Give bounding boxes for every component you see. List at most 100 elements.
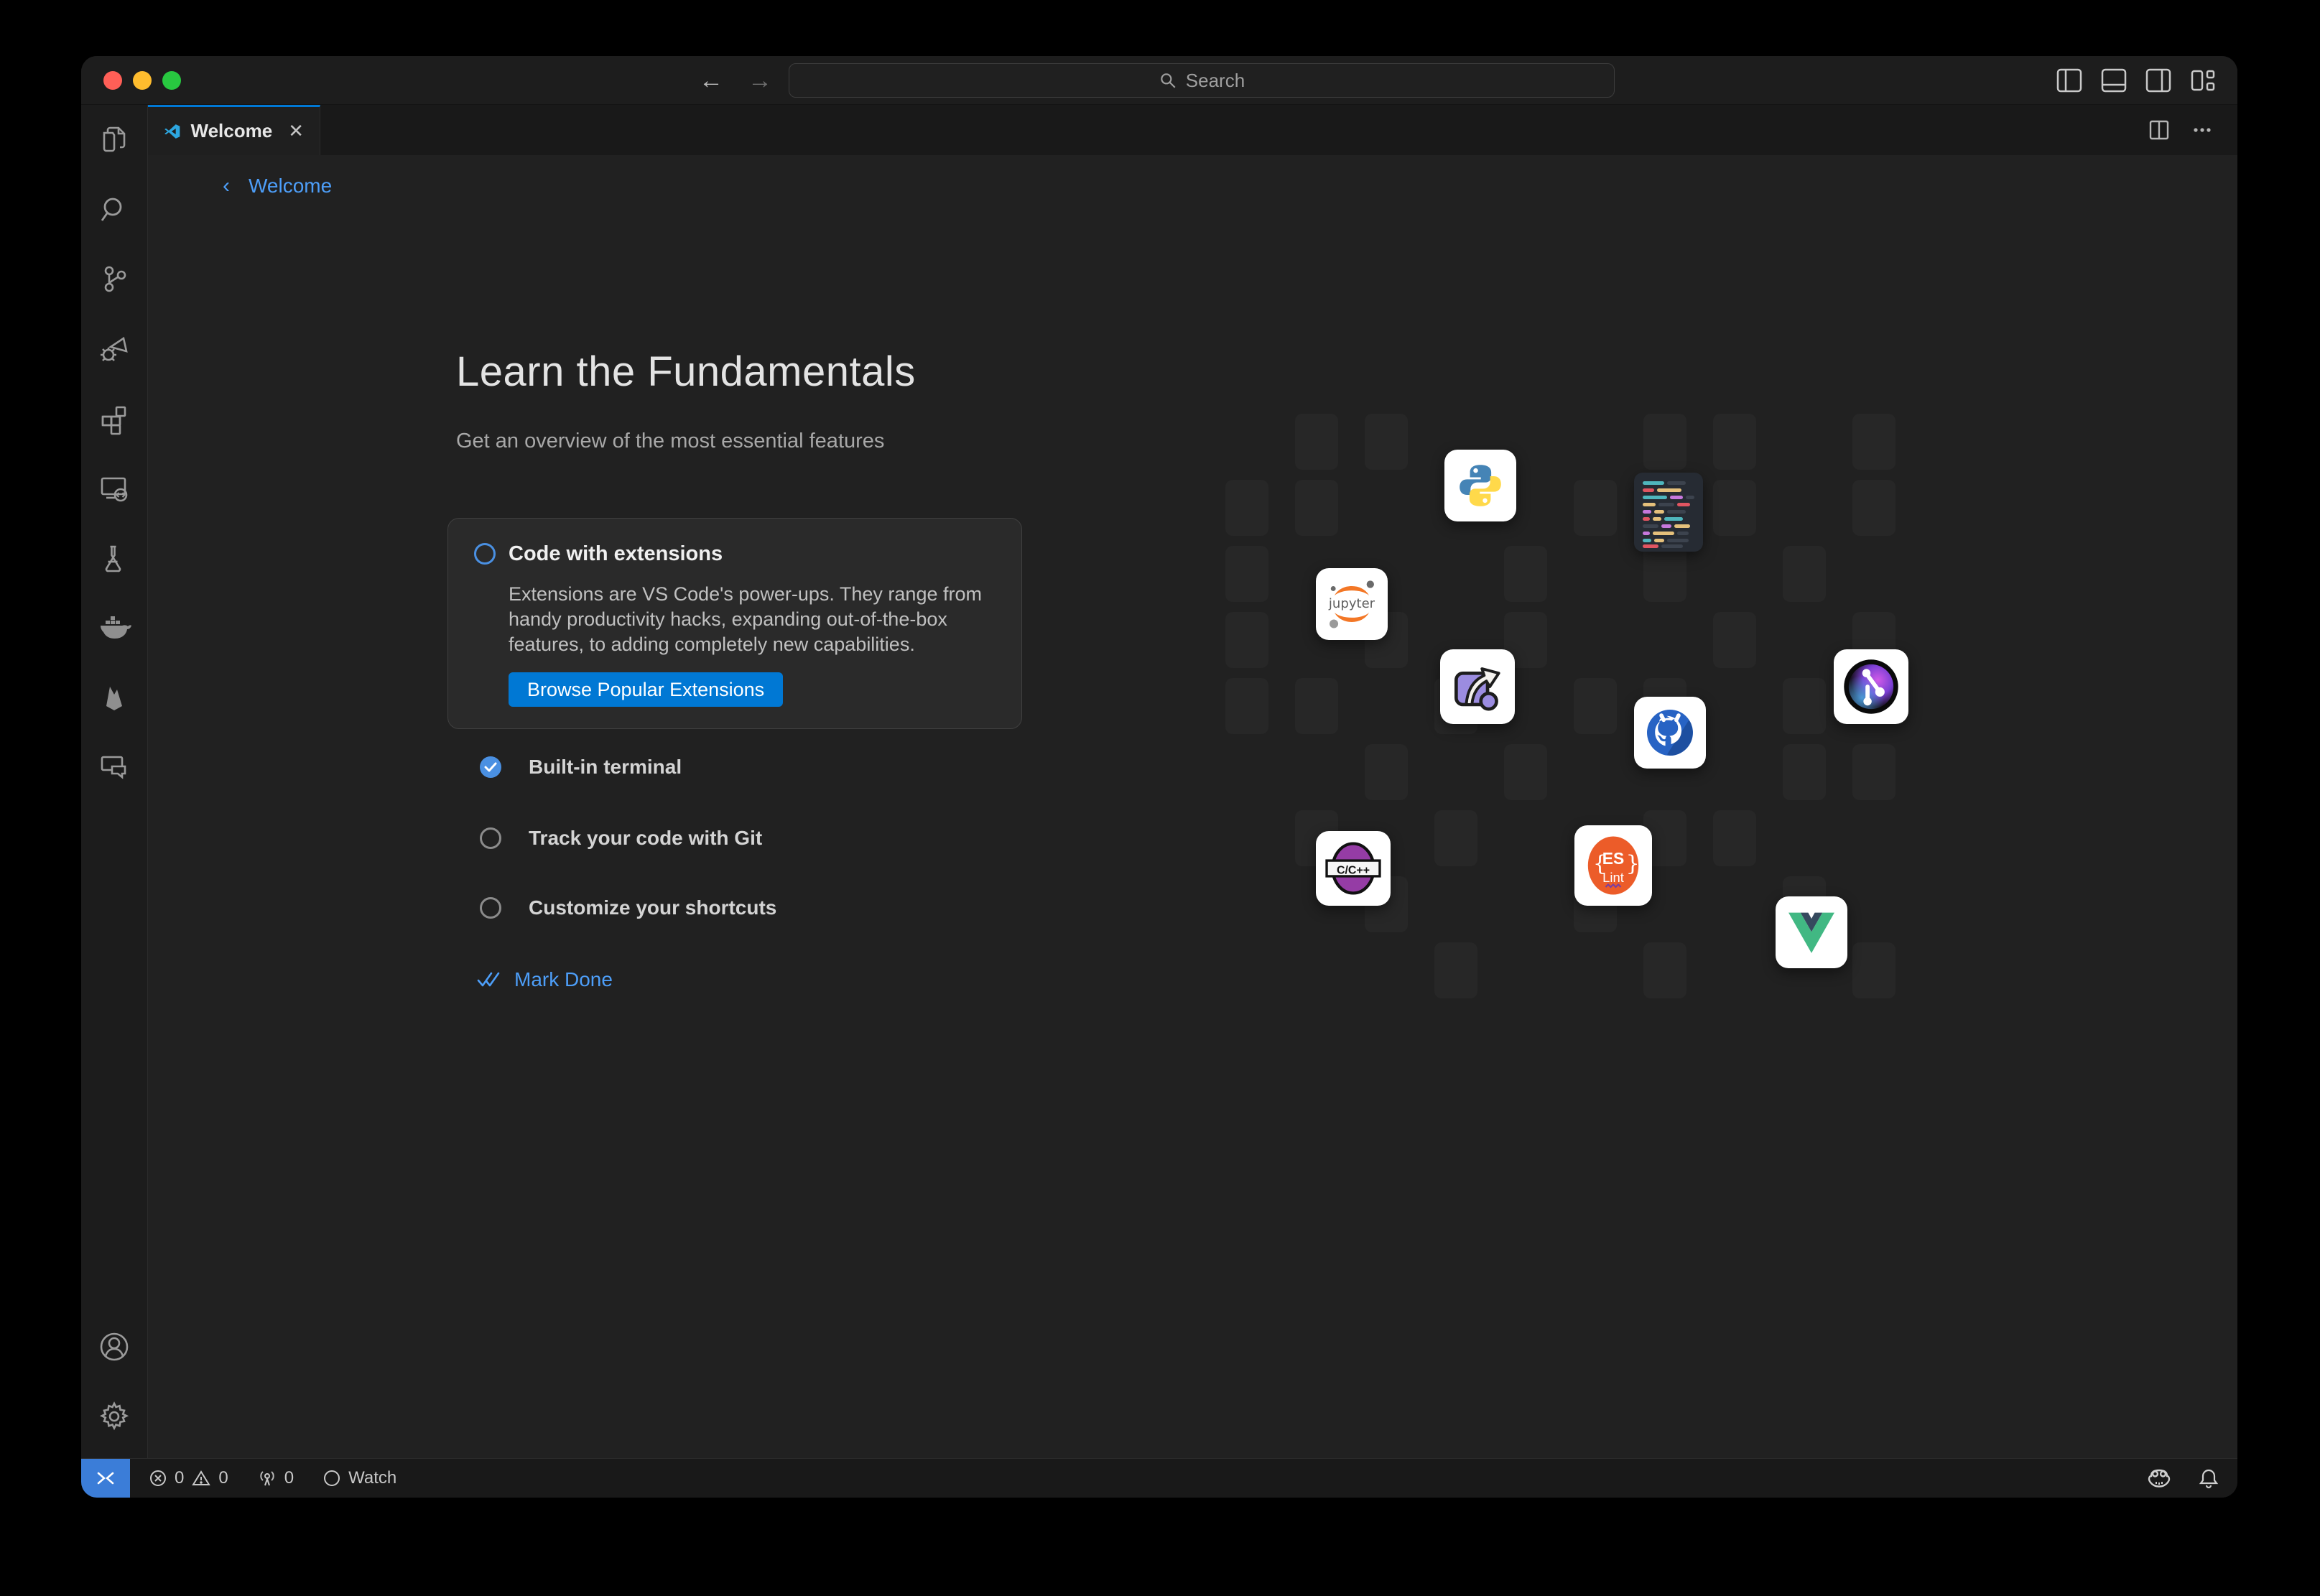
ports-broadcast-icon <box>257 1469 277 1488</box>
browse-popular-extensions-button[interactable]: Browse Popular Extensions <box>509 672 783 707</box>
back-to-welcome-link[interactable]: ‹ Welcome <box>223 174 332 198</box>
problems-status-item[interactable]: 0 0 <box>149 1468 228 1488</box>
step-todo-circle-icon[interactable] <box>480 897 501 919</box>
watch-circle-icon <box>323 1469 341 1488</box>
svg-text:Lint: Lint <box>1602 870 1624 885</box>
remote-icon <box>96 1470 116 1487</box>
titlebar: ← → Search <box>81 56 2237 105</box>
svg-text:}: } <box>1626 851 1640 876</box>
decorative-tile <box>1225 612 1268 668</box>
decorative-tile <box>1295 480 1338 536</box>
decorative-tile <box>1225 480 1268 536</box>
step-label: Track your code with Git <box>529 827 762 850</box>
activity-run-debug-icon[interactable] <box>81 314 147 384</box>
activity-remote-explorer-icon[interactable] <box>81 453 147 523</box>
step-done-check-icon[interactable] <box>480 756 501 778</box>
activity-explorer-icon[interactable] <box>81 105 147 175</box>
decorative-tile <box>1783 744 1826 800</box>
step-label: Customize your shortcuts <box>529 896 776 919</box>
customize-layout-icon[interactable] <box>2190 68 2216 93</box>
vscode-logo-icon <box>164 121 181 142</box>
warnings-icon <box>191 1469 211 1488</box>
step-built-in-terminal[interactable]: Built-in terminal <box>480 756 682 779</box>
nav-forward-icon[interactable]: → <box>748 68 772 93</box>
decorative-tile <box>1574 480 1617 536</box>
jupyter-icon: jupyter <box>1316 568 1388 640</box>
tab-welcome[interactable]: Welcome ✕ <box>148 105 320 155</box>
warnings-count: 0 <box>218 1468 228 1488</box>
activity-extensions-icon[interactable] <box>81 384 147 453</box>
errors-count: 0 <box>175 1468 184 1488</box>
vue-icon <box>1776 896 1847 968</box>
errors-icon <box>149 1469 167 1488</box>
step-card-description: Extensions are VS Code's power-ups. They… <box>509 582 988 657</box>
decorative-tile <box>1643 942 1686 998</box>
search-icon <box>1159 71 1177 90</box>
activity-bar <box>81 105 148 1458</box>
step-customize-your-shortcuts[interactable]: Customize your shortcuts <box>480 896 776 919</box>
github-icon <box>1634 697 1706 769</box>
notifications-bell-icon[interactable] <box>2199 1467 2219 1489</box>
accounts-icon[interactable] <box>81 1312 147 1381</box>
vscode-window: ← → Search <box>81 56 2237 1498</box>
nav-back-icon[interactable]: ← <box>699 68 723 93</box>
step-track-your-code-with-git[interactable]: Track your code with Git <box>480 827 762 850</box>
toggle-secondary-sidebar-icon[interactable] <box>2145 68 2171 93</box>
decorative-tile <box>1574 678 1617 734</box>
decorative-tile <box>1643 414 1686 470</box>
tab-close-icon[interactable]: ✕ <box>288 120 304 142</box>
remote-indicator-button[interactable] <box>81 1459 130 1498</box>
purple-share-arrow-icon <box>1440 649 1515 724</box>
cpp-icon: C/C++ <box>1316 831 1391 906</box>
status-bar: 0 0 0 Watch <box>81 1458 2237 1498</box>
ports-status-item[interactable]: 0 <box>257 1468 294 1488</box>
decorative-tile <box>1783 546 1826 602</box>
tab-label: Welcome <box>191 120 273 142</box>
dark-theme-code-icon <box>1634 473 1703 552</box>
walkthrough-title: Learn the Fundamentals <box>456 348 916 396</box>
macos-zoom-button[interactable] <box>162 71 181 90</box>
decorative-tile <box>1643 546 1686 602</box>
back-link-label: Welcome <box>249 175 332 198</box>
welcome-walkthrough-page: ‹ Welcome Learn the Fundamentals Get an … <box>148 155 2237 1458</box>
step-card-code-with-extensions[interactable]: Code with extensions Extensions are VS C… <box>447 518 1022 729</box>
decorative-tile <box>1365 744 1408 800</box>
tab-bar: Welcome ✕ <box>148 105 2237 155</box>
activity-comments-icon[interactable] <box>81 732 147 802</box>
decorative-tile <box>1852 744 1896 800</box>
walkthrough-subtitle: Get an overview of the most essential fe… <box>456 430 884 453</box>
double-check-icon <box>477 971 501 988</box>
decorative-tile <box>1852 414 1896 470</box>
svg-text:ES: ES <box>1602 849 1625 868</box>
activity-docker-icon[interactable] <box>81 593 147 662</box>
toggle-panel-icon[interactable] <box>2101 68 2127 93</box>
activity-testing-icon[interactable] <box>81 523 147 593</box>
command-center-search[interactable]: Search <box>789 63 1615 98</box>
toggle-primary-sidebar-icon[interactable] <box>2056 68 2082 93</box>
step-radio-icon[interactable] <box>474 543 496 565</box>
decorative-tile <box>1434 810 1477 866</box>
decorative-tile <box>1295 414 1338 470</box>
more-actions-icon[interactable] <box>2191 119 2213 141</box>
settings-gear-icon[interactable] <box>81 1381 147 1451</box>
watch-status-item[interactable]: Watch <box>323 1468 396 1488</box>
decorative-tile <box>1852 480 1896 536</box>
decorative-tile <box>1504 546 1547 602</box>
copilot-icon[interactable] <box>2147 1467 2171 1489</box>
watch-label: Watch <box>348 1468 396 1488</box>
mark-done-link[interactable]: Mark Done <box>477 968 613 991</box>
macos-minimize-button[interactable] <box>133 71 152 90</box>
step-label: Built-in terminal <box>529 756 682 779</box>
macos-close-button[interactable] <box>103 71 122 90</box>
step-todo-circle-icon[interactable] <box>480 827 501 849</box>
activity-firebase-icon[interactable] <box>81 662 147 732</box>
activity-search-icon[interactable] <box>81 175 147 244</box>
svg-text:jupyter: jupyter <box>1328 596 1375 611</box>
decorative-tile <box>1365 414 1408 470</box>
activity-source-control-icon[interactable] <box>81 244 147 314</box>
decorative-tile <box>1783 678 1826 734</box>
split-editor-icon[interactable] <box>2148 119 2170 141</box>
eslint-icon: { } ES Lint <box>1574 825 1652 906</box>
decorative-tile <box>1295 678 1338 734</box>
search-placeholder: Search <box>1186 70 1245 92</box>
